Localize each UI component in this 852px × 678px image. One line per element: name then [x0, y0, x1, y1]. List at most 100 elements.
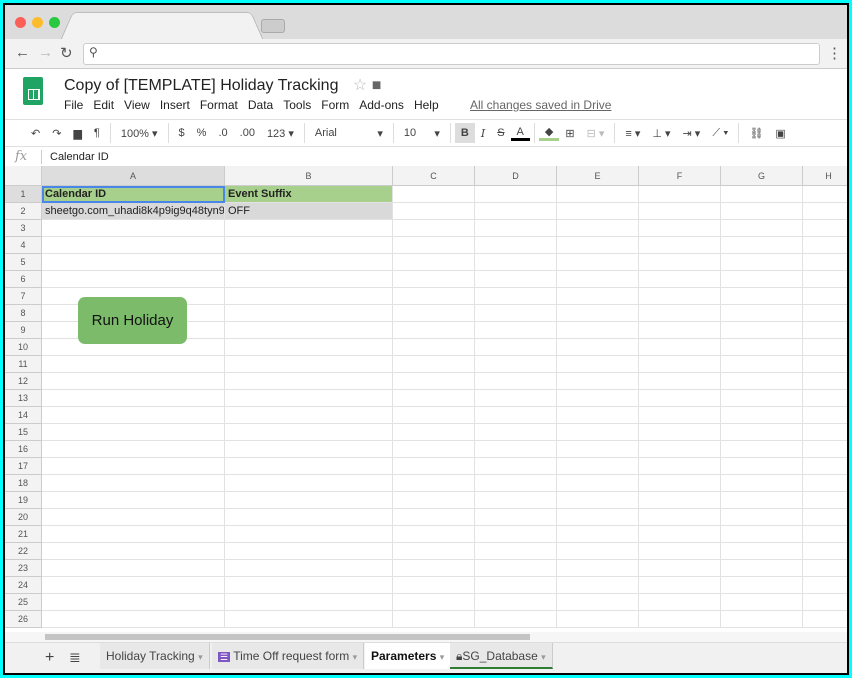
cell-d19[interactable]: [475, 492, 557, 509]
cell-h19[interactable]: [803, 492, 847, 509]
cell-e21[interactable]: [557, 526, 639, 543]
cell-h16[interactable]: [803, 441, 847, 458]
cell-f1[interactable]: [639, 186, 721, 203]
strikethrough-button[interactable]: S: [491, 127, 510, 139]
menu-edit[interactable]: Edit: [93, 98, 114, 112]
browser-tab[interactable]: [60, 12, 263, 40]
cell-a3[interactable]: [42, 220, 225, 237]
cell-b10[interactable]: [225, 339, 393, 356]
cell-b22[interactable]: [225, 543, 393, 560]
cell-e20[interactable]: [557, 509, 639, 526]
cell-a18[interactable]: [42, 475, 225, 492]
cell-b13[interactable]: [225, 390, 393, 407]
address-bar[interactable]: ⚲: [83, 43, 820, 65]
cell-e14[interactable]: [557, 407, 639, 424]
cell-f24[interactable]: [639, 577, 721, 594]
sheet-tab-holiday-tracking[interactable]: Holiday Tracking ▾: [100, 643, 210, 669]
cell-e1[interactable]: [557, 186, 639, 203]
cell-g14[interactable]: [721, 407, 803, 424]
cell-d3[interactable]: [475, 220, 557, 237]
cell-h17[interactable]: [803, 458, 847, 475]
cell-f18[interactable]: [639, 475, 721, 492]
cell-f4[interactable]: [639, 237, 721, 254]
currency-button[interactable]: $: [173, 127, 191, 139]
cell-e13[interactable]: [557, 390, 639, 407]
cell-b1[interactable]: Event Suffix: [225, 186, 393, 203]
cell-b7[interactable]: [225, 288, 393, 305]
cell-d22[interactable]: [475, 543, 557, 560]
paint-format-icon[interactable]: ¶: [88, 127, 106, 139]
cell-c7[interactable]: [393, 288, 475, 305]
formula-input[interactable]: Calendar ID: [50, 151, 109, 163]
cell-h11[interactable]: [803, 356, 847, 373]
decrease-decimal-button[interactable]: .0: [212, 127, 233, 139]
cell-e18[interactable]: [557, 475, 639, 492]
cell-b5[interactable]: [225, 254, 393, 271]
cell-e5[interactable]: [557, 254, 639, 271]
cell-g4[interactable]: [721, 237, 803, 254]
cell-a4[interactable]: [42, 237, 225, 254]
cell-e10[interactable]: [557, 339, 639, 356]
zoom-select[interactable]: 100% ▾: [115, 127, 164, 140]
cell-d26[interactable]: [475, 611, 557, 628]
cell-g11[interactable]: [721, 356, 803, 373]
row-header-19[interactable]: 19: [5, 492, 42, 509]
cell-e2[interactable]: [557, 203, 639, 220]
select-all-corner[interactable]: [5, 166, 42, 186]
row-header-16[interactable]: 16: [5, 441, 42, 458]
cell-a15[interactable]: [42, 424, 225, 441]
cell-g25[interactable]: [721, 594, 803, 611]
cell-e17[interactable]: [557, 458, 639, 475]
cell-g19[interactable]: [721, 492, 803, 509]
cell-f11[interactable]: [639, 356, 721, 373]
row-header-3[interactable]: 3: [5, 220, 42, 237]
cell-c25[interactable]: [393, 594, 475, 611]
menu-view[interactable]: View: [124, 98, 150, 112]
sheet-tab-sg-database[interactable]: 🔒︎SG_Database ▾: [450, 643, 553, 669]
cell-h7[interactable]: [803, 288, 847, 305]
cell-g13[interactable]: [721, 390, 803, 407]
font-select[interactable]: Arial ▾: [309, 127, 389, 140]
cell-f25[interactable]: [639, 594, 721, 611]
cell-a5[interactable]: [42, 254, 225, 271]
cell-d6[interactable]: [475, 271, 557, 288]
cell-d9[interactable]: [475, 322, 557, 339]
cell-f6[interactable]: [639, 271, 721, 288]
link-icon[interactable]: ⛓: [743, 127, 769, 140]
merge-cells-icon[interactable]: ⊟ ▾: [581, 127, 611, 140]
cell-a23[interactable]: [42, 560, 225, 577]
cell-f7[interactable]: [639, 288, 721, 305]
cell-e11[interactable]: [557, 356, 639, 373]
cell-c17[interactable]: [393, 458, 475, 475]
borders-icon[interactable]: ⊞: [559, 127, 580, 140]
cell-b19[interactable]: [225, 492, 393, 509]
cell-d23[interactable]: [475, 560, 557, 577]
sheet-tab-parameters[interactable]: Parameters ▾: [365, 643, 451, 669]
cell-c15[interactable]: [393, 424, 475, 441]
cell-f23[interactable]: [639, 560, 721, 577]
cell-h8[interactable]: [803, 305, 847, 322]
undo-icon[interactable]: ↶: [25, 127, 46, 140]
cell-g24[interactable]: [721, 577, 803, 594]
cell-h18[interactable]: [803, 475, 847, 492]
column-header-c[interactable]: C: [393, 166, 475, 186]
cell-e26[interactable]: [557, 611, 639, 628]
row-header-15[interactable]: 15: [5, 424, 42, 441]
cell-h9[interactable]: [803, 322, 847, 339]
cell-c14[interactable]: [393, 407, 475, 424]
cell-g3[interactable]: [721, 220, 803, 237]
cell-e25[interactable]: [557, 594, 639, 611]
cell-h6[interactable]: [803, 271, 847, 288]
cell-e4[interactable]: [557, 237, 639, 254]
menu-form[interactable]: Form: [321, 98, 349, 112]
cell-h22[interactable]: [803, 543, 847, 560]
cell-e7[interactable]: [557, 288, 639, 305]
print-icon[interactable]: ▆: [67, 127, 87, 140]
percent-button[interactable]: %: [191, 127, 213, 139]
cell-a20[interactable]: [42, 509, 225, 526]
cell-d8[interactable]: [475, 305, 557, 322]
cell-d2[interactable]: [475, 203, 557, 220]
more-formats-select[interactable]: 123 ▾: [261, 127, 300, 140]
cell-f10[interactable]: [639, 339, 721, 356]
cell-b24[interactable]: [225, 577, 393, 594]
